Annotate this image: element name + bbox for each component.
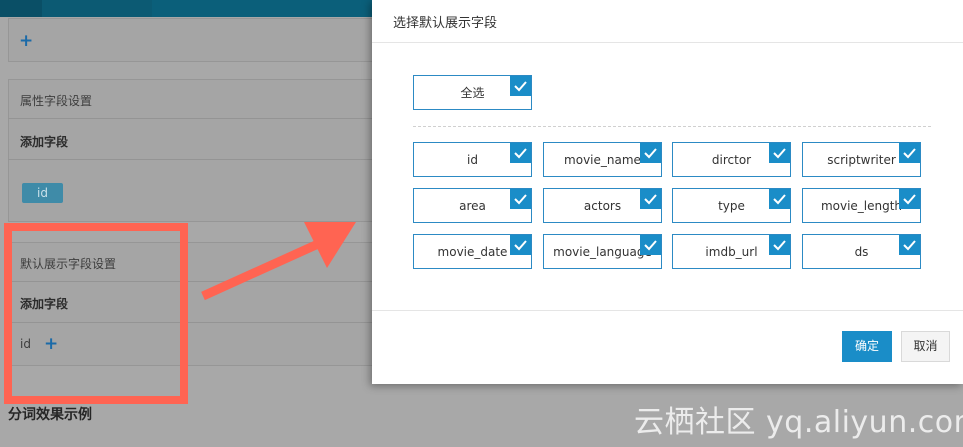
field-checkbox[interactable]: imdb_url (672, 234, 791, 269)
field-checkbox[interactable]: scriptwriter (802, 142, 921, 177)
select-default-fields-modal: 选择默认展示字段 全选 id movie_name dirctor scriptwri… (372, 0, 963, 384)
select-all-checkbox[interactable]: 全选 (413, 75, 532, 110)
divider (372, 310, 963, 311)
dashed-divider (413, 126, 931, 127)
check-icon (640, 143, 661, 163)
modal-title: 选择默认展示字段 (393, 16, 498, 31)
check-icon (899, 235, 920, 255)
check-icon (899, 143, 920, 163)
field-checkbox[interactable]: movie_date (413, 234, 532, 269)
check-icon (769, 143, 790, 163)
check-icon (640, 235, 661, 255)
check-icon (769, 189, 790, 209)
cancel-button[interactable]: 取消 (901, 331, 950, 362)
watermark: 云栖社区 yq.aliyun.com (634, 405, 963, 440)
field-checkbox[interactable]: actors (543, 188, 662, 223)
check-icon (899, 189, 920, 209)
check-icon (510, 143, 531, 163)
check-icon (510, 235, 531, 255)
field-checkbox[interactable]: type (672, 188, 791, 223)
field-checkbox[interactable]: area (413, 188, 532, 223)
field-checkbox[interactable]: movie_length (802, 188, 921, 223)
check-icon (510, 189, 531, 209)
field-checkbox[interactable]: ds (802, 234, 921, 269)
check-icon (510, 76, 531, 96)
check-icon (640, 189, 661, 209)
check-icon (769, 235, 790, 255)
confirm-button[interactable]: 确定 (842, 331, 892, 362)
divider (372, 42, 963, 43)
field-checkbox[interactable]: dirctor (672, 142, 791, 177)
field-checkbox[interactable]: id (413, 142, 532, 177)
field-checkbox[interactable]: movie_name (543, 142, 662, 177)
field-checkbox[interactable]: movie_language (543, 234, 662, 269)
